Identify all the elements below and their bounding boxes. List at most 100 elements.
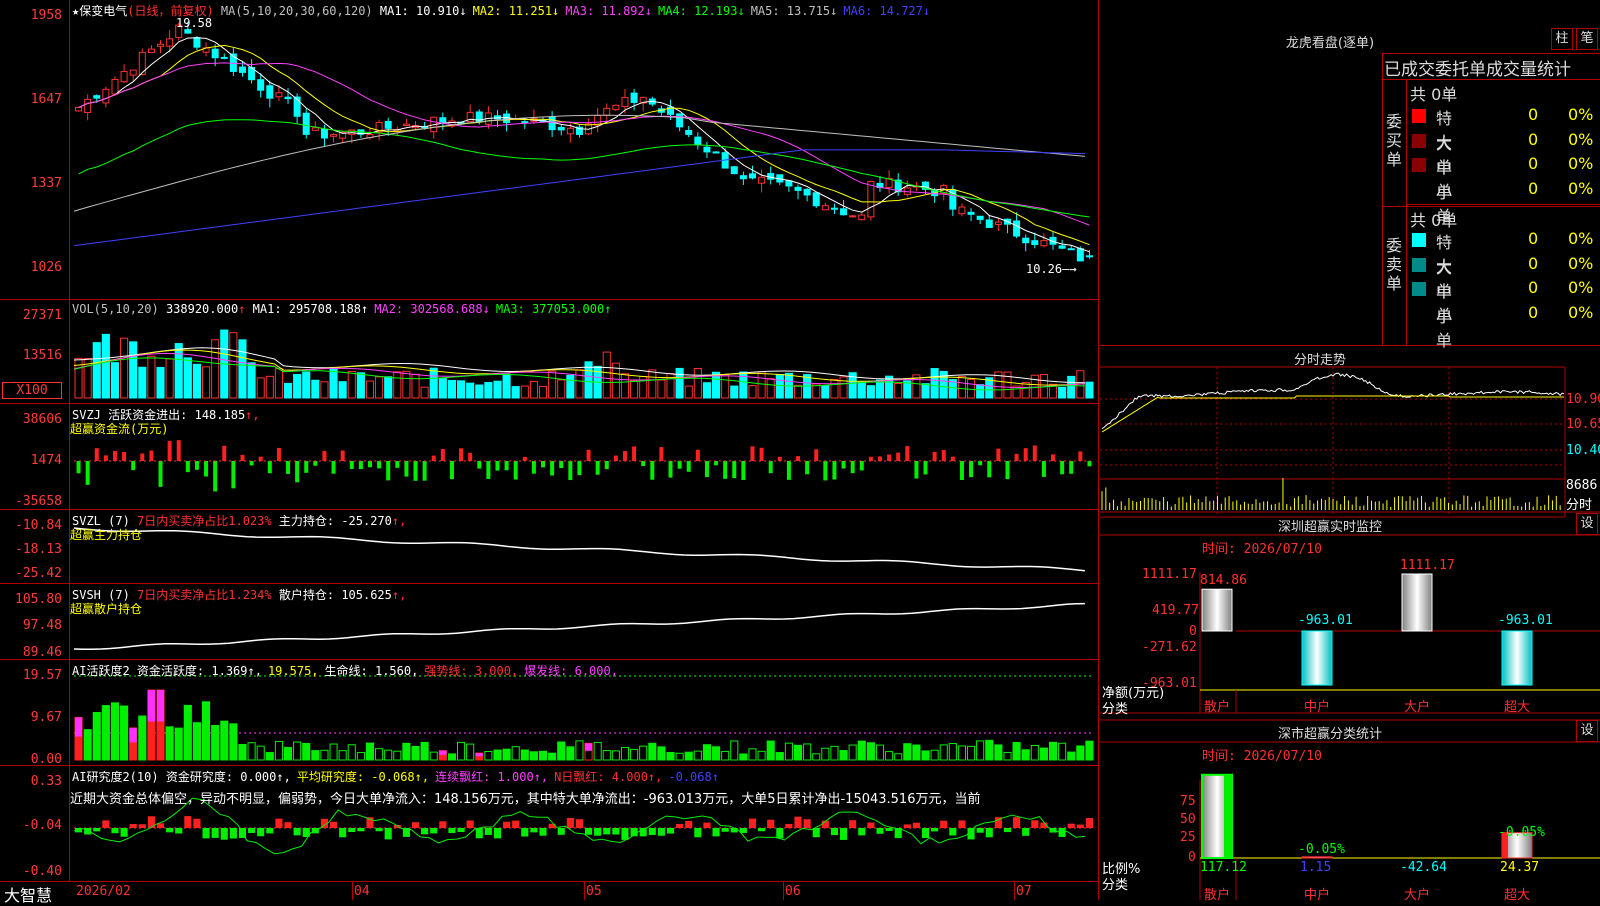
ai2-bar — [666, 828, 675, 834]
svzj-bar — [194, 461, 199, 470]
candle-body — [712, 151, 720, 154]
ai2-bar — [858, 828, 866, 836]
candle-body — [84, 98, 92, 114]
svsh-ylabel-3: 89.46 — [22, 645, 62, 660]
ai1-bar-top — [147, 690, 155, 722]
classify-settings-button[interactable]: 设 — [1576, 720, 1598, 742]
svzl-ylabel-2: -18.13 — [15, 542, 62, 557]
volume-bar — [830, 378, 839, 399]
monitor-axis-sub: 分类 — [1102, 702, 1129, 717]
stock-name[interactable]: ★保变电气 — [72, 4, 127, 18]
volume-bar — [375, 376, 384, 399]
volume-bar — [793, 384, 803, 399]
svzj-ylabel-2: 1474 — [30, 453, 62, 468]
volume-bar — [229, 332, 238, 399]
volume-bar — [174, 343, 183, 399]
ai1-bar — [976, 740, 985, 761]
ai2-bar — [138, 824, 146, 828]
ai2-bar — [220, 828, 228, 840]
ai1-ylabel-1: 19.57 — [22, 668, 62, 683]
ai2-bar — [712, 828, 720, 837]
ai2-bar — [439, 821, 447, 828]
ai1-bar — [648, 742, 657, 761]
volume-bar — [411, 373, 420, 399]
ai1-bar — [429, 751, 438, 761]
divider-svzl — [0, 509, 1098, 510]
ai2-bar — [940, 820, 948, 828]
dragon-tabs[interactable]: 已成交委托单成交量统计 — [1384, 55, 1600, 80]
svzj-bar — [158, 461, 163, 487]
candle-body — [630, 92, 638, 103]
ai1-bar — [994, 744, 1003, 761]
ai1-bar — [721, 750, 730, 761]
svzj-bar — [877, 456, 882, 461]
ai1-bar — [138, 715, 147, 761]
candle-body — [867, 180, 875, 218]
ai1-bar — [302, 742, 311, 761]
buy-pct-2: 0% — [1568, 129, 1594, 149]
svzj-bar — [486, 461, 491, 479]
svzj-bar — [641, 461, 646, 467]
volume-bar — [347, 370, 356, 399]
ai2-comment: 近期大资金总体偏空，异动不明显，偏弱势，今日大单净流入：148.156万元，其中… — [70, 792, 981, 807]
ai1-bar — [757, 750, 766, 761]
ai2-bar — [448, 828, 456, 834]
ai1-bar — [803, 743, 812, 761]
ai1-bar — [274, 740, 283, 761]
svzj-bar — [1051, 454, 1056, 461]
ai2-bar — [594, 828, 602, 836]
buy-count-1: 0 — [1528, 105, 1539, 124]
ai1-bar — [866, 742, 875, 761]
ai2-ylabel-1: 0.33 — [30, 774, 62, 789]
ai2-bar — [521, 828, 529, 837]
ai1-bar — [202, 701, 211, 761]
divider-svzj — [0, 403, 1098, 404]
ai1-bar — [620, 746, 630, 761]
ai2-bar — [703, 822, 711, 828]
svzj-bar — [887, 454, 892, 461]
ai1-bar — [502, 748, 511, 761]
buy-count-4: 0 — [1528, 178, 1539, 198]
svzj-bar — [122, 451, 127, 461]
ai1-bar — [921, 750, 930, 761]
buy-swatch-2 — [1412, 133, 1426, 148]
candle-body — [284, 96, 292, 100]
ai1-bar — [520, 749, 529, 761]
ai1-legend-item-1: 资金活跃度: 1.369↑, — [136, 664, 262, 678]
ai2-bar — [166, 828, 174, 833]
ai2-bar — [985, 828, 993, 838]
ai1-bar — [1076, 745, 1085, 761]
svzj-bar — [950, 456, 955, 461]
svzj-bar — [258, 456, 263, 461]
ai1-bar — [83, 729, 92, 761]
candle-body — [184, 29, 192, 34]
candle-body — [129, 69, 137, 76]
svzj-bar — [577, 461, 582, 476]
svzj-bar — [741, 461, 746, 480]
volume-bar — [693, 367, 702, 399]
ai2-bar — [1013, 817, 1021, 828]
candle-body — [621, 97, 629, 108]
ai1-bar — [420, 741, 429, 761]
candle-body — [238, 66, 246, 73]
candle-body — [1085, 255, 1093, 258]
ai1-bar-top — [475, 753, 483, 757]
ai2-bar — [949, 828, 957, 836]
svzj-bar — [595, 461, 600, 475]
candle-body — [157, 43, 165, 47]
volume-bar — [356, 372, 365, 399]
ai1-bar — [912, 744, 921, 761]
ai2-header: AI研究度2(10) 资金研究度: 0.000↑, 平均研究度: -0.068↑,… — [72, 768, 725, 785]
volume-bar — [575, 369, 584, 399]
buy-swatch-4 — [1412, 182, 1426, 197]
last-price-value: 10.26 — [1026, 262, 1063, 276]
volume-bar — [202, 366, 211, 399]
tick-mode-button[interactable]: 笔 — [1576, 28, 1598, 50]
candle-body — [257, 79, 265, 91]
volume-bar — [302, 371, 311, 399]
candle-body — [849, 215, 857, 218]
monitor-settings-button[interactable]: 设 — [1576, 513, 1598, 535]
svzj-bar — [723, 461, 728, 479]
bar-mode-button[interactable]: 柱 — [1551, 28, 1573, 50]
volume-bar — [648, 369, 657, 399]
